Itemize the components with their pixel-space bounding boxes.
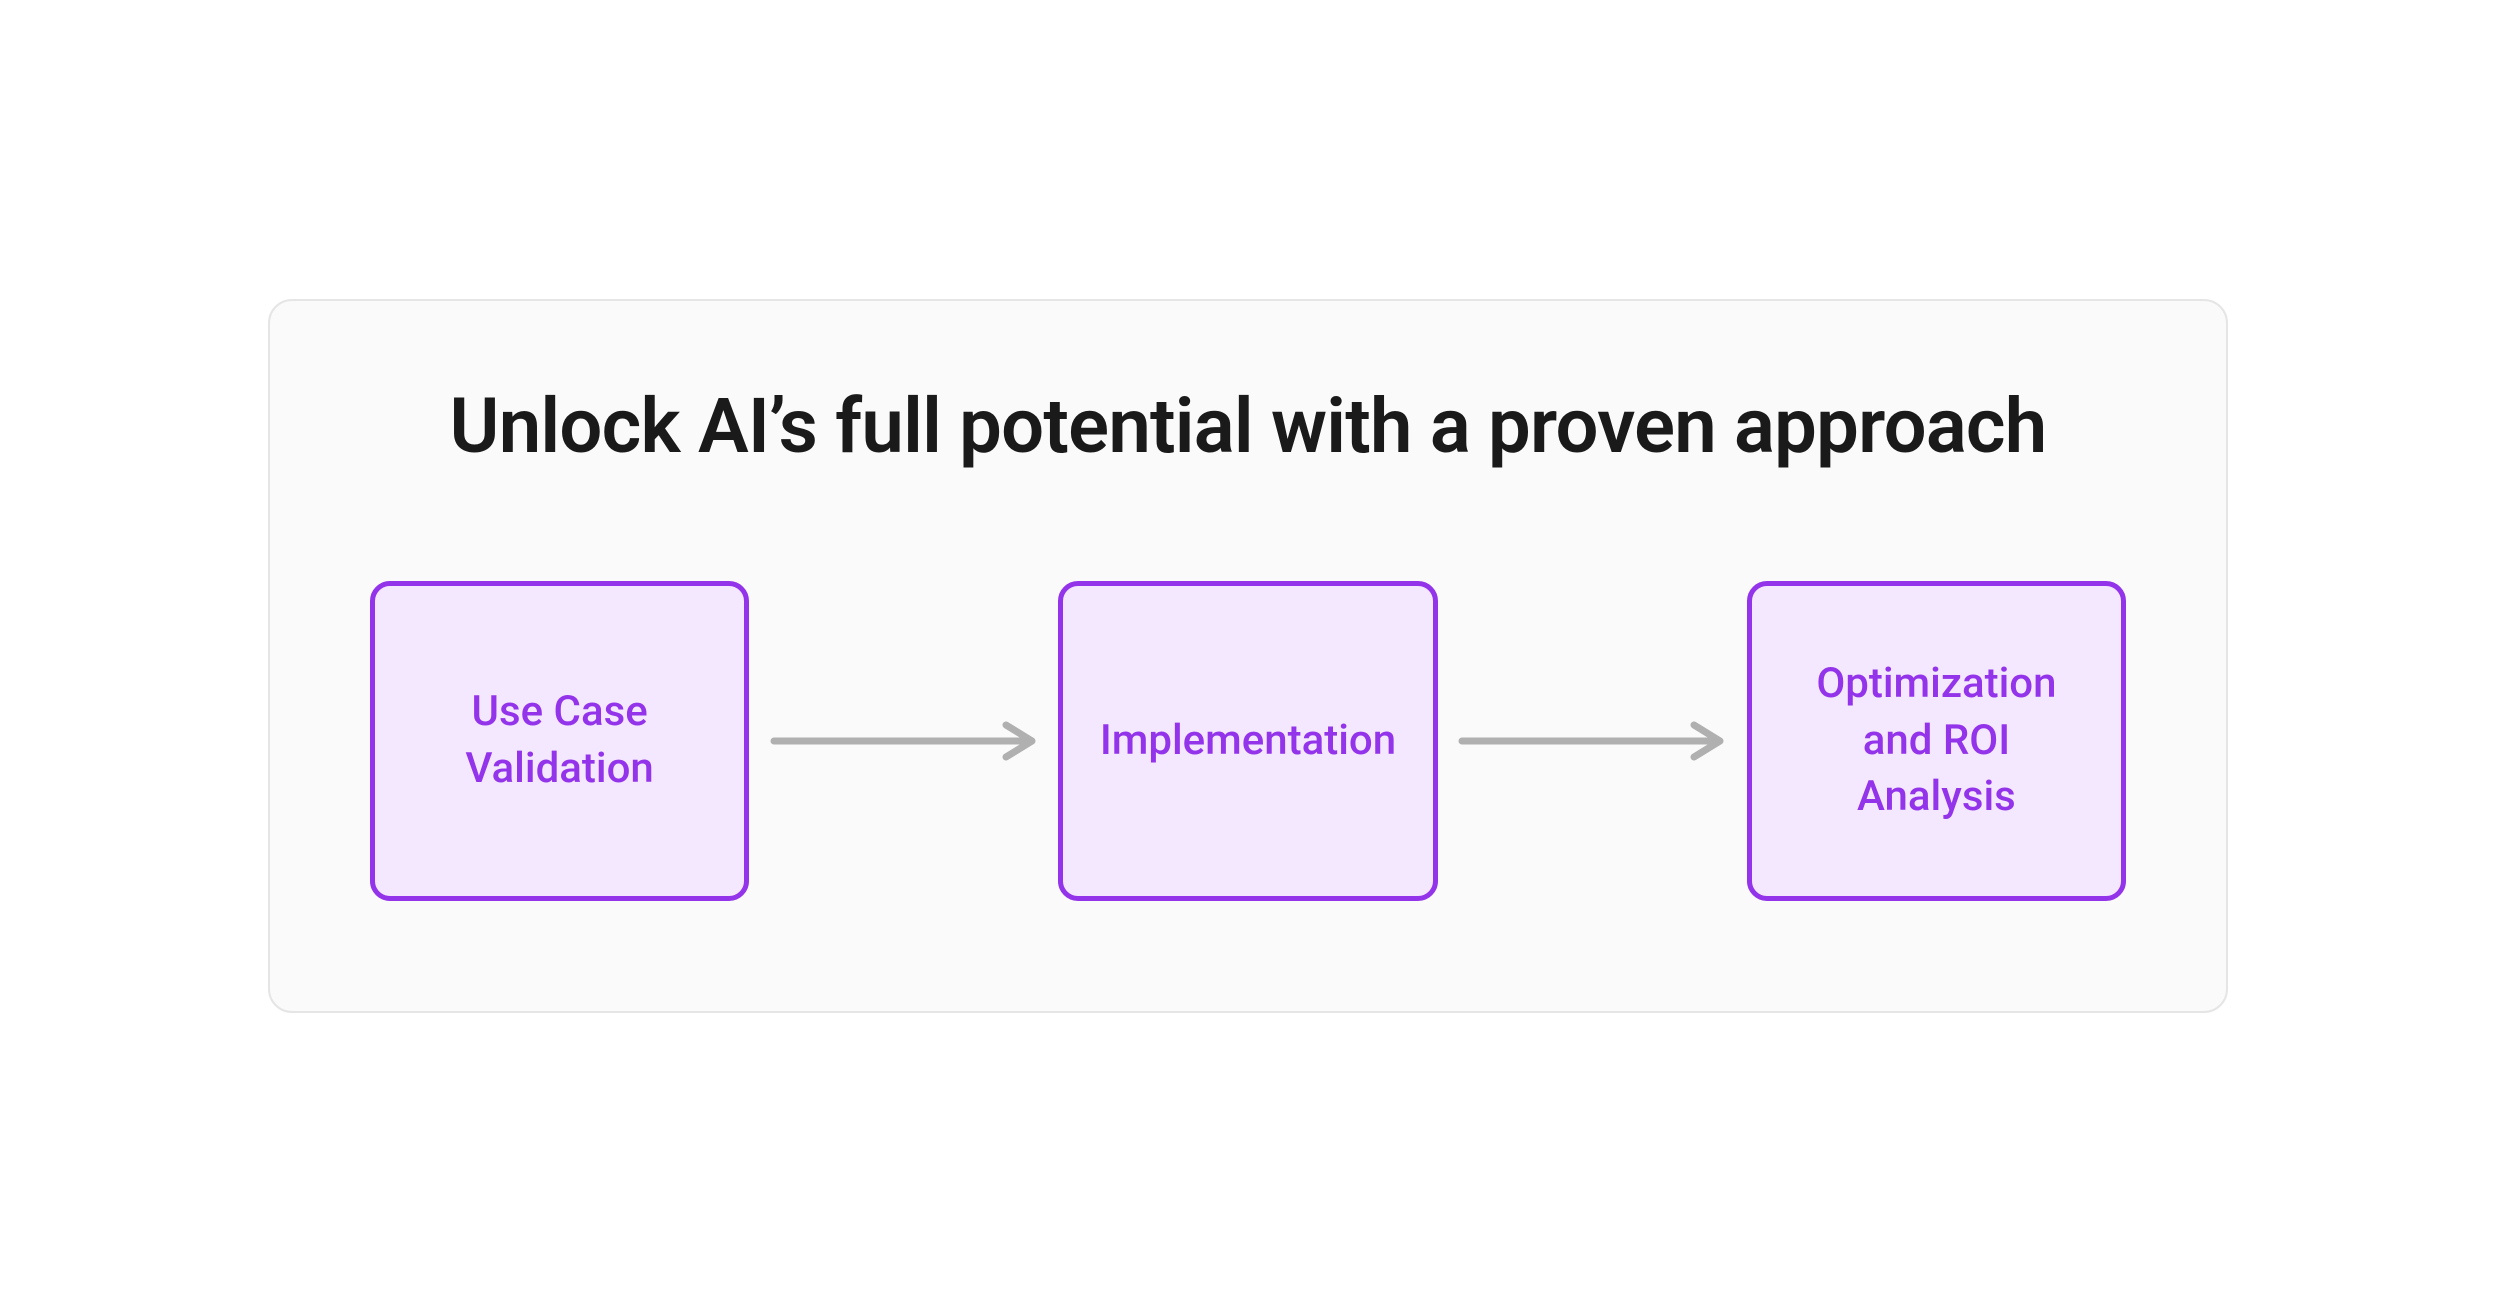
step-label: Implementation	[1100, 713, 1396, 770]
step-label: Use Case Validation	[405, 684, 714, 797]
step-box-use-case-validation: Use Case Validation	[370, 581, 749, 901]
diagram-panel: Unlock AI’s full potential with a proven…	[268, 299, 2228, 1013]
step-box-optimization-roi: Optimization and ROI Analysis	[1747, 581, 2126, 901]
arrow-icon	[1438, 721, 1747, 761]
flow-row: Use Case Validation Implementation Optim…	[370, 581, 2126, 901]
step-box-implementation: Implementation	[1058, 581, 1437, 901]
diagram-title: Unlock AI’s full potential with a proven…	[370, 381, 2126, 471]
arrow-icon	[749, 721, 1058, 761]
step-label: Optimization and ROI Analysis	[1782, 656, 2091, 826]
